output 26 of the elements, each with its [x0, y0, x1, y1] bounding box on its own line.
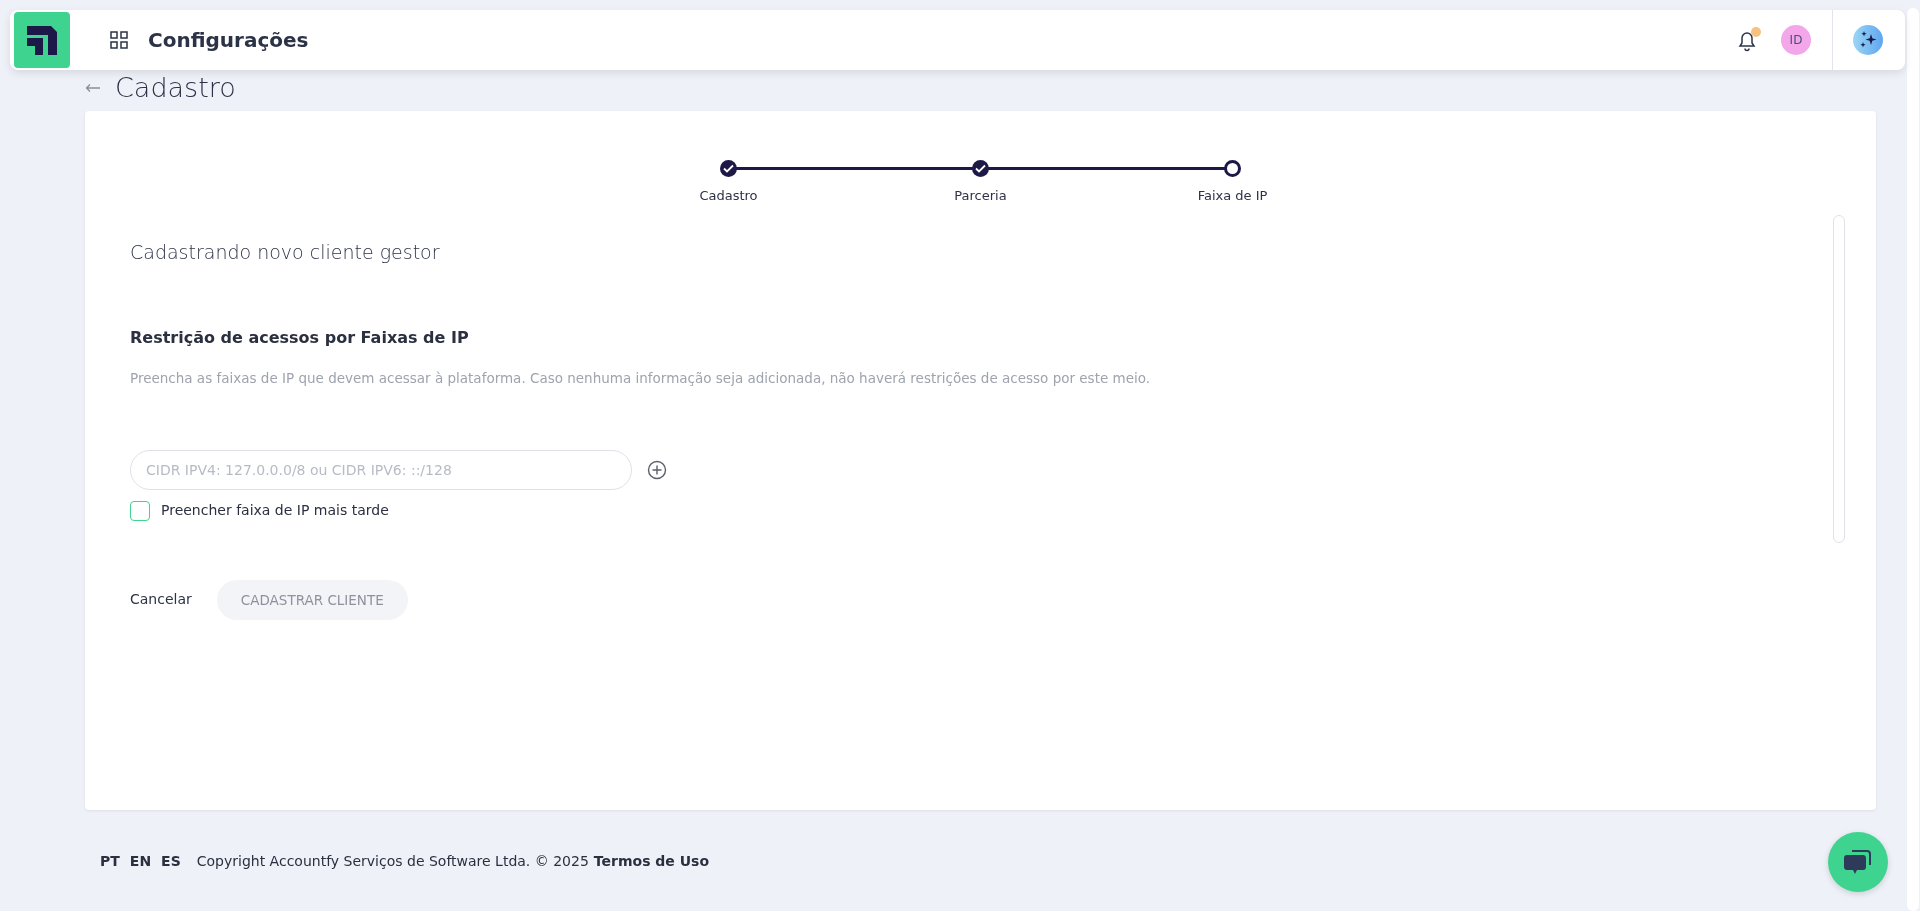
language-link[interactable]: EN	[129, 851, 152, 872]
ip-range-field[interactable]: CIDR IPV4: 127.0.0.0/8 ou CIDR IPV6: ::/128	[130, 450, 632, 491]
language-link[interactable]: ES	[161, 851, 181, 872]
checkbox[interactable]	[130, 500, 150, 521]
page-scrollbar[interactable]	[1907, 8, 1919, 911]
terms-link[interactable]: Termos de Uso	[593, 851, 710, 872]
step-label: Faixa de IP	[1197, 187, 1268, 205]
app-title: Configurações	[148, 27, 309, 54]
language-link[interactable]: PT	[100, 851, 120, 872]
user-avatar[interactable]: ID	[1781, 25, 1811, 55]
copyright-text: Copyright Accountfy Serviços de Software Ltda. © 2025	[196, 852, 589, 871]
logo[interactable]	[14, 12, 70, 68]
sparkle-icon[interactable]	[1853, 25, 1883, 55]
step-label: Parceria	[954, 187, 1007, 205]
chat-button[interactable]	[1828, 832, 1888, 892]
chat-icon	[1843, 848, 1873, 876]
apps-grid-icon[interactable]	[110, 31, 128, 49]
page-title: Cadastro	[115, 74, 236, 101]
section-description: Preencha as faixas de IP que devem acessar à plataforma. Caso nenhuma informação seja adicionada, não haverá restrições de acesso por este meio.	[130, 369, 1152, 388]
step-label: Cadastro	[699, 187, 758, 205]
form-heading: Cadastrando novo cliente gestor	[130, 239, 441, 265]
logo-icon	[25, 23, 59, 57]
section-title: Restrição de acessos por Faixas de IP	[130, 327, 470, 349]
add-icon[interactable]	[647, 460, 667, 481]
cancel-button[interactable]: Cancelar	[115, 579, 207, 621]
checkbox-label[interactable]: Preencher faixa de IP mais tarde	[161, 500, 389, 522]
